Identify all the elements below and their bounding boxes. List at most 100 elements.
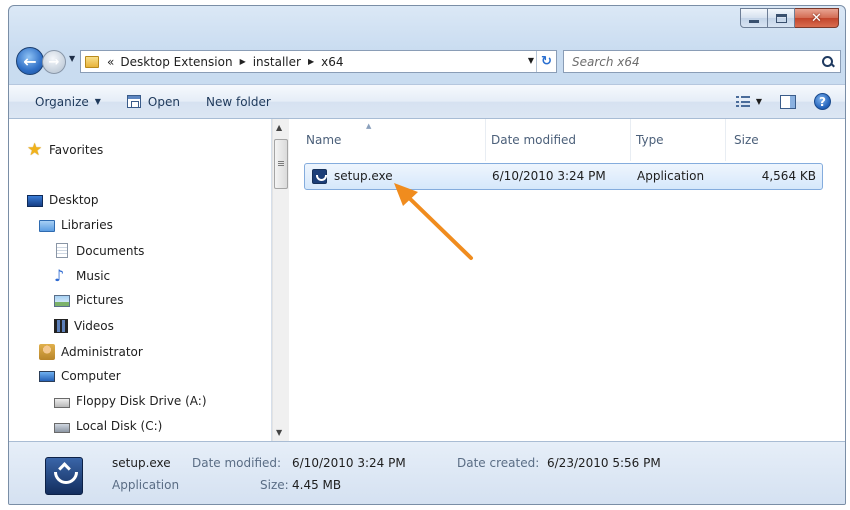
videos-icon bbox=[54, 319, 68, 333]
nav-label: Floppy Disk Drive (A:) bbox=[76, 394, 207, 408]
column-header-label: Date modified bbox=[491, 133, 577, 147]
pictures-icon bbox=[54, 295, 70, 307]
nav-item-desktop[interactable]: Desktop bbox=[27, 193, 99, 207]
file-size: 4,564 KB bbox=[761, 169, 816, 183]
installer-large-icon bbox=[45, 457, 83, 495]
back-button[interactable]: ← bbox=[16, 47, 44, 75]
nav-item-favorites[interactable]: ★ Favorites bbox=[27, 140, 104, 160]
nav-item-music[interactable]: ♪ Music bbox=[54, 268, 110, 284]
recent-pages-dropdown-icon[interactable]: ▼ bbox=[69, 54, 75, 63]
navigation-pane: ★ Favorites Desktop Libraries Documents … bbox=[9, 119, 272, 441]
column-header-name[interactable]: ▲ Name bbox=[306, 119, 486, 161]
nav-label: Documents bbox=[76, 243, 145, 258]
details-file-type: Application bbox=[112, 478, 180, 492]
nav-item-libraries[interactable]: Libraries bbox=[39, 218, 113, 232]
toolbar-right: ▼ ? bbox=[735, 85, 845, 118]
details-date-modified-label: Date modified: bbox=[192, 456, 282, 470]
close-button[interactable]: ✕ bbox=[795, 8, 839, 28]
nav-item-floppy[interactable]: Floppy Disk Drive (A:) bbox=[54, 394, 207, 408]
music-icon: ♪ bbox=[54, 266, 65, 285]
breadcrumb-chevron-icon[interactable]: ▶ bbox=[240, 57, 246, 66]
nav-label: Computer bbox=[61, 369, 121, 383]
nav-item-local-disk[interactable]: Local Disk (C:) bbox=[54, 419, 162, 433]
details-date-created-label: Date created: bbox=[457, 456, 540, 470]
nav-label: Desktop bbox=[49, 193, 99, 207]
back-arrow-icon: ← bbox=[23, 51, 37, 71]
open-icon bbox=[126, 95, 141, 108]
new-folder-button[interactable]: New folder bbox=[206, 95, 271, 109]
nav-label: Music bbox=[76, 269, 111, 283]
sort-ascending-icon: ▲ bbox=[366, 122, 372, 130]
view-options-dropdown-icon[interactable]: ▼ bbox=[756, 97, 762, 106]
nav-label: Administrator bbox=[61, 345, 143, 359]
folder-icon bbox=[85, 55, 99, 68]
breadcrumb-x64[interactable]: x64 bbox=[321, 55, 343, 69]
breadcrumb-desktop-extension[interactable]: Desktop Extension bbox=[120, 55, 232, 69]
change-view-icon[interactable] bbox=[735, 96, 750, 107]
file-type: Application bbox=[637, 169, 705, 183]
close-icon: ✕ bbox=[811, 10, 822, 26]
column-header-label: Type bbox=[636, 133, 664, 147]
nav-item-videos[interactable]: Videos bbox=[54, 318, 114, 333]
search-box[interactable]: Search x64 bbox=[563, 50, 841, 73]
refresh-icon[interactable]: ↻ bbox=[536, 51, 556, 72]
nav-item-computer[interactable]: Computer bbox=[39, 369, 121, 383]
breadcrumb-installer[interactable]: installer bbox=[253, 55, 301, 69]
desktop-icon bbox=[27, 195, 43, 207]
forward-button[interactable]: → bbox=[42, 50, 66, 74]
maximize-button[interactable] bbox=[768, 8, 795, 28]
nav-label: Favorites bbox=[49, 143, 104, 157]
search-input[interactable]: Search x64 bbox=[564, 55, 820, 69]
details-date-modified-value: 6/10/2010 3:24 PM bbox=[292, 456, 406, 470]
caption-buttons: ✕ bbox=[740, 8, 839, 28]
nav-label: Videos bbox=[74, 318, 114, 333]
details-file-name: setup.exe bbox=[112, 456, 171, 470]
star-icon: ★ bbox=[27, 140, 43, 160]
breadcrumb-chevron-icon[interactable]: ▶ bbox=[308, 57, 314, 66]
details-size-value: 4.45 MB bbox=[292, 478, 342, 492]
new-folder-label: New folder bbox=[205, 94, 271, 109]
nav-label: Local Disk (C:) bbox=[76, 419, 163, 433]
scroll-up-icon[interactable]: ▲ bbox=[276, 123, 282, 132]
file-row-setup-exe[interactable]: setup.exe 6/10/2010 3:24 PM Application … bbox=[304, 163, 823, 190]
details-pane: setup.exe Application Date modified: 6/1… bbox=[9, 441, 845, 504]
local-disk-icon bbox=[54, 423, 70, 433]
chevron-down-icon: ▼ bbox=[94, 97, 101, 106]
nav-item-pictures[interactable]: Pictures bbox=[54, 293, 124, 307]
address-dropdown-icon[interactable]: ▼ bbox=[528, 56, 534, 65]
open-label: Open bbox=[147, 94, 180, 109]
navigation-scrollbar[interactable]: ▲ ▼ bbox=[272, 119, 289, 441]
details-size-label: Size: bbox=[260, 478, 289, 492]
command-bar: Organize ▼ Open New folder ▼ ? bbox=[9, 84, 845, 119]
address-bar[interactable]: « Desktop Extension ▶ installer ▶ x64 ▼ … bbox=[80, 50, 557, 73]
libraries-icon bbox=[39, 220, 55, 232]
navigation-row: ← → ▼ « Desktop Extension ▶ installer ▶ … bbox=[9, 46, 845, 76]
installer-icon bbox=[312, 169, 327, 184]
column-header-size[interactable]: Size bbox=[734, 119, 824, 161]
computer-icon bbox=[39, 371, 55, 382]
nav-item-documents[interactable]: Documents bbox=[54, 243, 144, 258]
search-icon[interactable] bbox=[820, 54, 836, 70]
organize-button[interactable]: Organize ▼ bbox=[35, 95, 101, 109]
scroll-thumb[interactable] bbox=[274, 139, 288, 189]
column-header-type[interactable]: Type bbox=[636, 119, 726, 161]
preview-pane-icon[interactable] bbox=[780, 94, 796, 109]
details-date-created-value: 6/23/2010 5:56 PM bbox=[547, 456, 661, 470]
minimize-button[interactable] bbox=[740, 8, 768, 28]
file-date-modified: 6/10/2010 3:24 PM bbox=[492, 169, 606, 183]
breadcrumb-overflow[interactable]: « bbox=[107, 55, 114, 69]
minimize-icon bbox=[749, 20, 759, 23]
forward-arrow-icon: → bbox=[48, 54, 60, 70]
nav-item-administrator[interactable]: Administrator bbox=[39, 344, 143, 360]
organize-label: Organize bbox=[35, 94, 89, 109]
explorer-window: ✕ ← → ▼ « Desktop Extension ▶ installer … bbox=[8, 5, 846, 505]
scroll-down-icon[interactable]: ▼ bbox=[276, 428, 282, 437]
open-button[interactable]: Open bbox=[126, 94, 180, 109]
file-name: setup.exe bbox=[334, 169, 393, 183]
documents-icon bbox=[56, 243, 68, 258]
column-header-date-modified[interactable]: Date modified bbox=[491, 119, 631, 161]
user-folder-icon bbox=[39, 344, 55, 360]
column-header-label: Size bbox=[734, 133, 759, 147]
help-icon[interactable]: ? bbox=[814, 93, 831, 110]
grip-icon bbox=[278, 161, 284, 167]
